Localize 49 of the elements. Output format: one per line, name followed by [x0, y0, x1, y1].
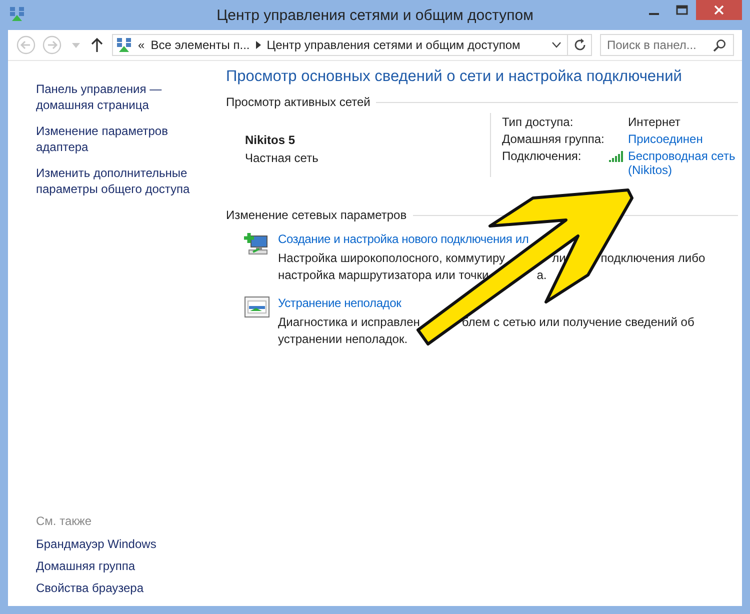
window-title: Центр управления сетями и общим доступом [216, 6, 534, 24]
close-icon [714, 5, 724, 15]
window-icon [244, 296, 270, 318]
section-heading: Изменение сетевых параметров [226, 208, 407, 222]
refresh-icon [572, 38, 586, 52]
address-bar[interactable]: « Все элементы п... Центр управления сетями и общим доступом [112, 34, 568, 56]
property-label: Подключения: [502, 149, 582, 165]
sidebar-link[interactable]: Изменить дополнительные параметры общего доступа [36, 165, 218, 197]
breadcrumb-overflow[interactable]: « [138, 38, 145, 52]
sidebar-link[interactable]: Изменение параметров адаптера [36, 123, 218, 155]
network-icon [9, 6, 25, 22]
maximize-icon [676, 5, 688, 15]
property-label: Домашняя группа: [502, 132, 606, 146]
page-heading: Просмотр основных сведений о сети и настройка подключений [226, 68, 683, 86]
description-text: настройка маршрутизатора или точки [278, 268, 489, 282]
section-heading: Просмотр активных сетей [226, 95, 370, 109]
property-value: Интернет [628, 115, 680, 129]
refresh-button[interactable] [568, 34, 592, 56]
description-text: блем с сетью или получение сведений об [462, 315, 694, 329]
close-button[interactable] [696, 0, 742, 20]
description-text: подключения либо [600, 251, 706, 265]
see-also-heading: См. также [36, 514, 93, 528]
breadcrumb-item[interactable]: Все элементы п... [150, 38, 250, 52]
network-type: Частная сеть [245, 151, 320, 165]
chevron-down-icon[interactable] [552, 42, 561, 48]
description-text: устранении неполадок. [278, 332, 408, 346]
minimize-icon [649, 12, 659, 14]
network-name: Nikitos 5 [245, 133, 296, 147]
see-also-link[interactable]: Домашняя группа [36, 558, 218, 574]
breadcrumb-item[interactable]: Центр управления сетями и общим доступом [266, 38, 520, 52]
task-link[interactable]: Устранение неполадок [278, 296, 694, 310]
description-text: Настройка широкополосного, коммутиру [278, 251, 506, 265]
homegroup-link[interactable]: Присоединен [628, 132, 703, 146]
see-also-link[interactable]: Брандмауэр Windows [36, 536, 218, 552]
description-text: Диагностика и исправлен [278, 315, 420, 329]
connection-link[interactable]: Беспроводная сеть (Nikitos) [628, 149, 738, 177]
sidebar-link[interactable]: Панель управления — домашняя страница [36, 81, 218, 113]
property-label: Тип доступа: [502, 115, 574, 129]
search-icon [713, 39, 726, 52]
search-field[interactable]: Поиск в панел... [600, 34, 734, 56]
signal-bars-icon [609, 151, 624, 162]
description-text: ли [552, 251, 566, 265]
monitor-plus-icon [244, 232, 270, 256]
task-link[interactable]: Создание и настройка нового подключения ил [278, 232, 706, 246]
network-icon [116, 37, 132, 53]
description-text: а. [536, 268, 547, 282]
up-button[interactable] [90, 37, 104, 53]
see-also-link[interactable]: Свойства браузера [36, 580, 218, 596]
chevron-right-icon[interactable] [256, 41, 261, 49]
